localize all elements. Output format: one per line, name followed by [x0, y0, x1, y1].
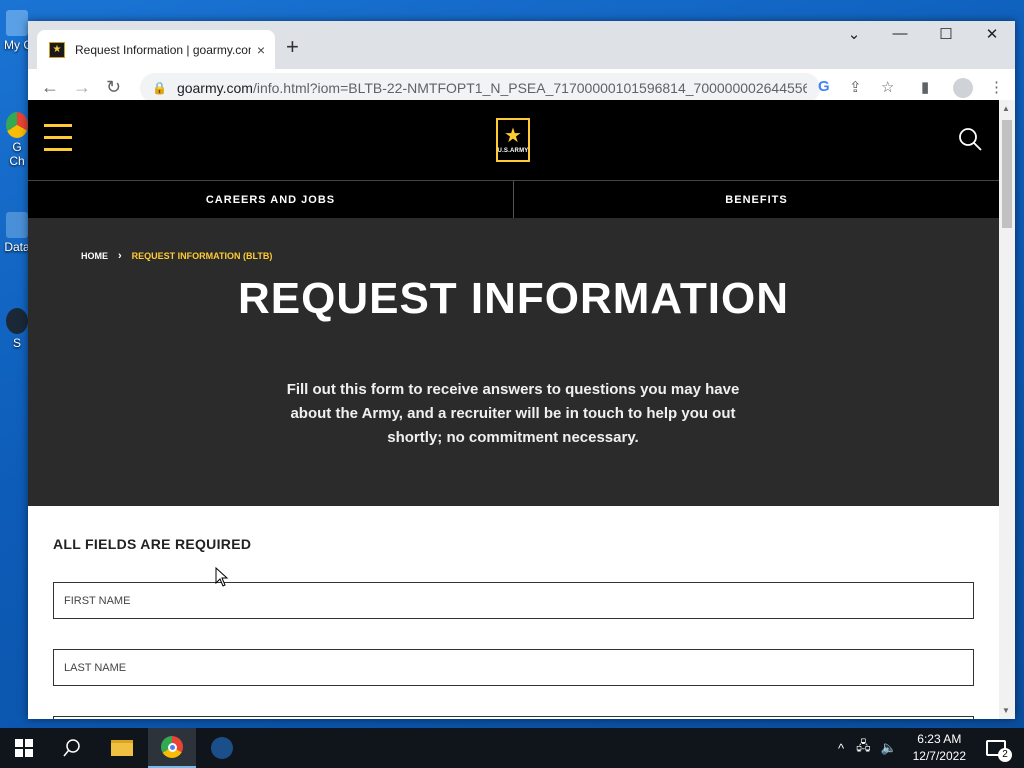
chrome-menu-icon[interactable]: ⋮ — [989, 78, 1004, 96]
file-explorer-button[interactable] — [98, 728, 146, 768]
notification-count-badge: 2 — [998, 748, 1012, 762]
windows-logo-icon — [15, 739, 33, 757]
hamburger-menu-icon[interactable] — [44, 124, 72, 156]
breadcrumb-chevron-icon: › — [118, 250, 122, 262]
chrome-icon — [6, 112, 28, 138]
hero-section: HOME › REQUEST INFORMATION (BLTB) REQUES… — [28, 218, 999, 506]
taskbar: ^ 🖧 🔈 6:23 AM 12/7/2022 2 — [0, 728, 1024, 768]
scroll-down-icon[interactable]: ▼ — [1002, 706, 1010, 715]
lock-icon[interactable]: 🔒 — [152, 81, 167, 95]
desktop-icon-my-computer[interactable]: My C — [4, 10, 32, 52]
scroll-up-icon[interactable]: ▲ — [1002, 104, 1010, 113]
action-center-button[interactable]: 2 — [976, 728, 1016, 768]
desktop-icon-s[interactable]: S — [4, 308, 30, 350]
side-panel-icon[interactable]: ▮ — [921, 78, 929, 96]
form-heading: ALL FIELDS ARE REQUIRED — [53, 536, 252, 552]
taskbar-search-button[interactable] — [48, 728, 96, 768]
tab-request-information[interactable]: ★ Request Information | goarmy.com × — [37, 30, 275, 69]
breadcrumb: HOME › REQUEST INFORMATION (BLTB) — [81, 250, 272, 262]
maximize-button[interactable]: ☐ — [923, 25, 969, 43]
google-icon[interactable]: G — [818, 78, 830, 95]
hero-description: Fill out this form to receive answers to… — [286, 381, 740, 446]
minimize-button[interactable]: — — [877, 25, 923, 42]
folder-icon — [111, 740, 133, 756]
forward-button[interactable]: → — [73, 77, 91, 98]
search-icon[interactable] — [957, 126, 983, 152]
tab-title: Request Information | goarmy.com — [75, 42, 251, 57]
back-button[interactable]: ← — [41, 77, 59, 98]
nav-careers-and-jobs[interactable]: CAREERS AND JOBS — [28, 181, 513, 218]
tab-close-icon[interactable]: × — [257, 42, 265, 58]
nav-benefits[interactable]: BENEFITS — [513, 181, 999, 218]
first-name-field[interactable]: FIRST NAME — [53, 582, 974, 619]
top-nav: CAREERS AND JOBS BENEFITS — [28, 180, 999, 218]
scrollbar-thumb[interactable] — [1002, 120, 1012, 228]
star-icon[interactable]: ☆ — [881, 78, 894, 96]
last-name-field[interactable]: LAST NAME — [53, 649, 974, 686]
computer-icon — [6, 10, 28, 36]
volume-icon[interactable]: 🔈 — [881, 740, 897, 756]
chrome-taskbar-button[interactable] — [148, 728, 196, 768]
site-header: ★ U.S.ARMY — [28, 100, 999, 180]
page-scrollbar[interactable]: ▲ ▼ — [999, 100, 1015, 719]
breadcrumb-current: REQUEST INFORMATION (BLTB) — [131, 251, 273, 261]
search-icon — [63, 739, 80, 757]
browser-window: ★ Request Information | goarmy.com × + ⌄… — [28, 21, 1015, 719]
page-title: REQUEST INFORMATION — [237, 274, 790, 323]
us-army-logo[interactable]: ★ U.S.ARMY — [496, 118, 530, 162]
data-icon — [6, 212, 28, 238]
page-viewport: ★ U.S.ARMY CAREERS AND JOBS BENEFITS HOM… — [28, 100, 999, 719]
show-hidden-icons-chevron-icon[interactable]: ^ — [838, 741, 844, 756]
url-text[interactable]: goarmy.com/info.html?iom=BLTB-22-NMTFOPT… — [177, 80, 807, 96]
taskbar-clock[interactable]: 6:23 AM 12/7/2022 — [913, 731, 966, 765]
army-favicon-icon: ★ — [49, 41, 65, 58]
steam-desktop-icon — [6, 308, 28, 334]
new-tab-button[interactable]: + — [286, 34, 299, 60]
network-icon[interactable]: 🖧 — [856, 737, 871, 759]
mouse-cursor-icon — [215, 567, 229, 587]
tab-strip: ★ Request Information | goarmy.com × + ⌄… — [28, 21, 1015, 69]
notification-icon: 2 — [986, 740, 1012, 762]
desktop-icon-chrome[interactable]: G Ch — [4, 112, 30, 168]
army-star-icon: ★ — [504, 125, 522, 147]
profile-icon[interactable] — [953, 78, 973, 98]
breadcrumb-home-link[interactable]: HOME — [81, 251, 108, 261]
close-window-button[interactable]: ✕ — [969, 25, 1015, 43]
chrome-icon — [161, 736, 183, 758]
system-tray: ^ 🖧 🔈 — [838, 728, 897, 768]
share-icon[interactable]: ⇪ — [849, 78, 862, 96]
steam-icon — [211, 737, 233, 759]
reload-button[interactable]: ↻ — [106, 77, 121, 98]
next-field[interactable] — [53, 716, 974, 719]
desktop-icon-data[interactable]: Data — [4, 212, 30, 254]
steam-taskbar-button[interactable] — [198, 728, 246, 768]
url-bar[interactable]: 🔒 goarmy.com/info.html?iom=BLTB-22-NMTFO… — [140, 73, 820, 103]
tab-search-dropdown-icon[interactable]: ⌄ — [831, 25, 877, 43]
start-button[interactable] — [0, 728, 48, 768]
